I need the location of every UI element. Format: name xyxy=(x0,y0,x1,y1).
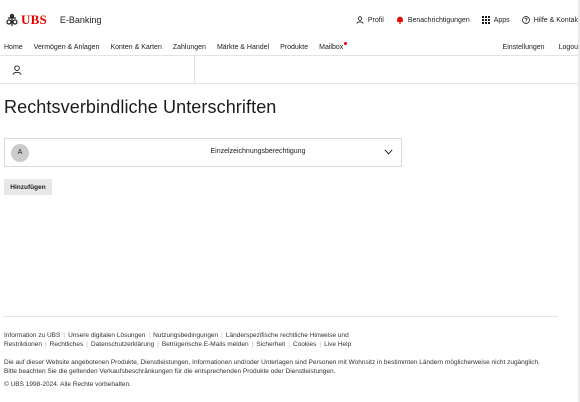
app-name: E-Banking xyxy=(59,15,102,25)
nav-mailbox-label: Mailbox xyxy=(319,44,344,51)
help-icon xyxy=(521,16,530,24)
help-link[interactable]: Hilfe & Kontakt xyxy=(521,16,580,24)
user-icon xyxy=(12,64,22,75)
user-icon xyxy=(356,16,364,24)
user-bar xyxy=(0,56,580,84)
ubs-logo[interactable]: UBS xyxy=(5,12,47,28)
ubs-keys-icon xyxy=(6,13,18,26)
separator: | xyxy=(157,341,159,348)
footer-copyright: © UBS 1998-2024. Alle Rechte vorbehalten… xyxy=(4,381,131,388)
signer-accordion[interactable]: A Einzelzeichnungsberechtigung xyxy=(4,138,402,167)
footer-link-security[interactable]: Sicherheit xyxy=(256,341,285,348)
footer-link-cookies[interactable]: Cookies xyxy=(293,341,316,348)
footer-links-row-2: Restriktionen | Rechtliches | Datenschutzerk… xyxy=(4,340,559,349)
nav-produkte[interactable]: Produkte xyxy=(280,44,308,51)
footer-disclaimer-1: Die auf dieser Website angebotenen Produ… xyxy=(4,359,540,366)
footer-link-live-help[interactable]: Live Help xyxy=(324,341,351,348)
main-nav: Home Vermögen & Anlagen Konten & Karten … xyxy=(0,40,580,56)
footer-link-restrictions[interactable]: Restriktionen xyxy=(4,341,42,348)
footer-link-info[interactable]: Information zu UBS xyxy=(4,332,60,339)
nav-maerkte[interactable]: Märkte & Handel xyxy=(217,44,269,51)
profil-link[interactable]: Profil xyxy=(356,16,384,24)
notifications-link[interactable]: Benachrichtigungen xyxy=(396,16,470,24)
nav-right: Einstellungen Logout xyxy=(489,44,580,51)
separator: | xyxy=(44,341,47,348)
footer-link-country-notes[interactable]: Länderspezifische rechtliche Hinweise un… xyxy=(226,332,349,339)
separator: | xyxy=(319,341,322,348)
nav-vermoegen[interactable]: Vermögen & Anlagen xyxy=(34,44,100,51)
unread-dot xyxy=(344,42,348,45)
grid-icon xyxy=(481,16,490,24)
nav-konten[interactable]: Konten & Karten xyxy=(110,44,161,51)
utility-nav: Profil Benachrichtigungen Apps Hilfe & K… xyxy=(344,16,580,24)
page: UBS E-Banking Profil Benachrichtigungen xyxy=(0,0,580,402)
nav-logout[interactable]: Logout xyxy=(559,44,580,51)
chevron-down-icon[interactable] xyxy=(384,149,393,155)
apps-label: Apps xyxy=(493,16,510,24)
add-button[interactable]: Hinzufügen xyxy=(4,179,52,195)
footer-link-privacy[interactable]: Datenschutzerklärung xyxy=(91,341,154,348)
footer-disclaimer-2: Bitte beachten Sie die geltenden Verkauf… xyxy=(4,368,336,375)
separator: | xyxy=(86,341,88,348)
separator: | xyxy=(251,341,254,348)
page-title: Rechtsverbindliche Unterschriften xyxy=(4,97,277,117)
separator: | xyxy=(63,332,66,339)
separator: | xyxy=(221,332,223,339)
footer-links-row-1: Information zu UBS | Unsere digitalen Lösu… xyxy=(4,331,559,340)
bell-icon xyxy=(397,16,403,24)
separator: | xyxy=(288,341,290,348)
footer: Information zu UBS | Unsere digitalen Lösu… xyxy=(4,331,559,389)
signer-authority-label: Einzelzeichnungsberechtigung xyxy=(210,148,306,155)
footer-link-digital[interactable]: Unsere digitalen Lösungen xyxy=(68,332,145,339)
nav-home[interactable]: Home xyxy=(4,44,23,51)
help-label: Hilfe & Kontakt xyxy=(533,16,580,24)
user-switcher[interactable] xyxy=(0,56,195,83)
nav-zahlungen[interactable]: Zahlungen xyxy=(173,44,206,51)
separator: | xyxy=(148,332,151,339)
header: UBS E-Banking Profil Benachrichtigungen xyxy=(0,0,580,40)
footer-link-terms[interactable]: Nutzungsbedingungen xyxy=(153,332,218,339)
footer-link-phishing[interactable]: Betrügerische E-Mails melden xyxy=(162,341,249,348)
footer-link-legal[interactable]: Rechtliches xyxy=(50,341,84,348)
nav-mailbox[interactable]: Mailbox xyxy=(319,42,348,51)
footer-divider xyxy=(3,316,558,317)
nav-einstellungen[interactable]: Einstellungen xyxy=(503,44,545,51)
notifications-label: Benachrichtigungen xyxy=(407,16,470,24)
profil-label: Profil xyxy=(367,16,384,24)
brand-name: UBS xyxy=(21,12,47,27)
apps-link[interactable]: Apps xyxy=(481,16,510,24)
